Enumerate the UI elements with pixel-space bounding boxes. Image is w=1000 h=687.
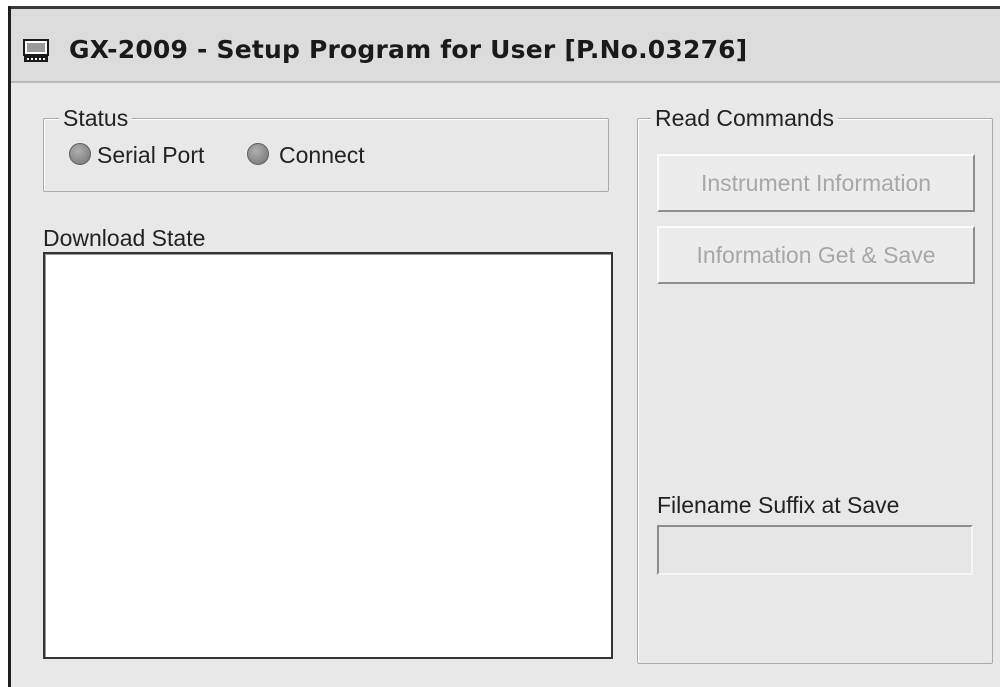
filename-suffix-label: Filename Suffix at Save	[657, 492, 900, 518]
filename-suffix-input[interactable]	[657, 525, 973, 575]
download-state-label: Download State	[43, 225, 206, 251]
app-window: GX-2009 - Setup Program for User [P.No.0…	[8, 6, 1000, 687]
serial-port-label: Serial Port	[97, 142, 205, 168]
download-state-listbox[interactable]	[43, 252, 613, 659]
status-group-legend: Status	[59, 105, 133, 131]
information-get-save-button[interactable]: Information Get & Save	[657, 226, 975, 284]
title-bar[interactable]: GX-2009 - Setup Program for User [P.No.0…	[11, 6, 1000, 83]
serial-port-led-icon	[69, 143, 91, 165]
connect-led-icon	[247, 143, 269, 165]
read-commands-group-legend: Read Commands	[651, 105, 838, 131]
window-title: GX-2009 - Setup Program for User [P.No.0…	[69, 35, 748, 64]
app-window-icon	[23, 39, 49, 62]
connect-label: Connect	[279, 142, 365, 168]
instrument-information-button[interactable]: Instrument Information	[657, 154, 975, 212]
